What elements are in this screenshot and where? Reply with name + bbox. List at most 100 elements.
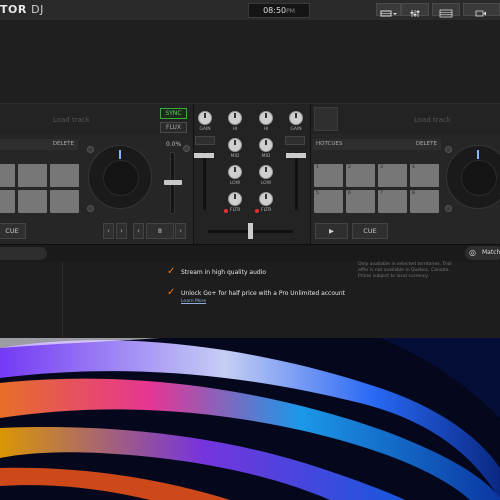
deck-right-hi-knob[interactable] — [259, 111, 273, 125]
deck-left-loop-halve[interactable]: ‹ — [133, 223, 144, 239]
deck-left-gain-label: GAIN — [199, 127, 211, 132]
deck-left-channel-fader[interactable] — [194, 153, 214, 158]
deck-right-jog-center — [461, 160, 497, 196]
deck-left-pad-header: DELETE — [0, 139, 78, 150]
deck-right-pad-2[interactable]: 2 — [346, 164, 375, 187]
deck-right-low-knob[interactable] — [259, 165, 273, 179]
deck-right-channel-track — [295, 152, 298, 210]
deck-right-load-track[interactable]: Load track — [414, 116, 451, 124]
deck-left-loop-size[interactable]: 8 — [146, 223, 174, 239]
deck-left-loop-prev[interactable]: ‹ — [103, 223, 114, 239]
deck-right-pad-header: HOTCUES DELETE — [313, 139, 441, 150]
video-view-button[interactable] — [463, 3, 500, 17]
deck-left-cue-button[interactable]: CUE — [0, 223, 26, 239]
clock-time: 08:50 — [263, 6, 287, 15]
deck-right-pad-3[interactable]: 3 — [378, 164, 407, 187]
deck-right-pad-8[interactable]: 8 — [410, 190, 439, 213]
deck-left-pitch-reset[interactable] — [183, 145, 190, 152]
deck-right-header — [311, 104, 500, 134]
deck-right-hotcues-label: HOTCUES — [316, 141, 343, 147]
deck-left-low-knob[interactable] — [228, 165, 242, 179]
deck-right-play-button[interactable]: ▶ — [315, 223, 348, 239]
deck-right-delete-button[interactable]: DELETE — [416, 139, 437, 150]
deck-right-gain-label: GAIN — [290, 127, 302, 132]
deck-left-jog-bottom-button[interactable] — [87, 205, 94, 212]
deck-left-filter-indicator — [224, 209, 228, 213]
deck-right-pad-4[interactable]: 4 — [410, 164, 439, 187]
deck-left-loop-next[interactable]: › — [116, 223, 127, 239]
deck-left-hi-label: HI — [232, 127, 238, 132]
deck-left-pad[interactable] — [18, 190, 47, 213]
deck-right-channel-fader[interactable] — [286, 153, 306, 158]
match-button[interactable]: ◎ Match — [465, 246, 500, 260]
deck-left-hi-knob[interactable] — [228, 111, 242, 125]
brand-dj: DJ — [31, 3, 44, 16]
promo-line-1: Stream in high quality audio — [181, 269, 267, 276]
learn-more-link[interactable]: Learn More — [181, 299, 206, 304]
background-artwork — [0, 338, 500, 500]
deck-right-pad-5[interactable]: 5 — [314, 190, 343, 213]
deck-left-loop-double[interactable]: › — [175, 223, 186, 239]
promo-legal-note: Only available in selected territories. … — [358, 262, 452, 279]
deck-left-gain-knob[interactable] — [198, 111, 212, 125]
deck-left-low-label: LOW — [229, 181, 241, 186]
deck-right-filter-indicator — [255, 209, 259, 213]
sliders-icon — [410, 10, 420, 17]
deck-left-pitch-slider[interactable] — [164, 180, 182, 185]
deck-left-headphone-cue[interactable] — [195, 136, 215, 145]
deck-right-jog-top-button[interactable] — [445, 146, 452, 153]
deck-right-artwork — [314, 107, 338, 131]
deck-left-flux-button[interactable]: FLUX — [160, 122, 187, 133]
deck-right-filter-label: FLTR — [261, 208, 272, 213]
deck-left-pad[interactable] — [18, 164, 47, 187]
deck-right-pad-1[interactable]: 1 — [314, 164, 343, 187]
deck-left-pitch-percent: 0.0% — [166, 141, 182, 148]
list-icon — [439, 9, 453, 18]
layout-icon — [380, 10, 397, 17]
match-icon: ◎ — [469, 248, 476, 257]
clock-ampm: PM — [286, 8, 295, 15]
deck-left-jog-marker — [119, 150, 121, 159]
deck-left-pad[interactable] — [50, 164, 79, 187]
deck-right-filter-knob[interactable] — [259, 192, 273, 206]
waveform-area[interactable] — [0, 20, 500, 104]
deck-right-jog-marker — [477, 150, 479, 159]
deck-right-mid-knob[interactable] — [259, 138, 273, 152]
deck-left-pad[interactable] — [0, 190, 15, 213]
mixer-view-button[interactable] — [401, 3, 429, 17]
deck-right-hi-label: HI — [263, 127, 269, 132]
deck-right-gain-knob[interactable] — [289, 111, 303, 125]
deck-left-channel-track — [203, 152, 206, 210]
deck-left-mid-label: MID — [230, 154, 240, 159]
deck-left-jog-top-button[interactable] — [87, 146, 94, 153]
deck-right-low-label: LOW — [260, 181, 272, 186]
deck-right-mid-label: MID — [261, 154, 271, 159]
deck-left-sync-button[interactable]: SYNC — [160, 108, 187, 119]
deck-left-load-track[interactable]: Load track — [53, 116, 90, 124]
video-icon — [475, 10, 486, 17]
promo-divider — [62, 262, 63, 338]
deck-left-pad[interactable] — [50, 190, 79, 213]
deck-right-pad-7[interactable]: 7 — [378, 190, 407, 213]
deck-left-filter-label: FLTR — [230, 208, 241, 213]
abstract-swirl-image — [0, 338, 500, 500]
deck-left-pad[interactable] — [0, 164, 15, 187]
crossfader-handle[interactable] — [248, 223, 253, 239]
deck-right-jog-bottom-button[interactable] — [445, 205, 452, 212]
library-view-button[interactable] — [432, 3, 460, 18]
checkmark-icon: ✓ — [167, 287, 176, 298]
checkmark-icon: ✓ — [167, 266, 176, 277]
library-toolbar — [0, 244, 500, 263]
layout-menu-button[interactable] — [376, 3, 401, 17]
search-field[interactable] — [0, 247, 47, 260]
deck-left-delete-button[interactable]: DELETE — [53, 139, 74, 150]
deck-right-pad-6[interactable]: 6 — [346, 190, 375, 213]
brand-name: TOR — [0, 3, 27, 16]
deck-left-jog-wheel[interactable] — [88, 145, 152, 209]
clock-display: 08:50PM — [248, 3, 310, 18]
deck-left-mid-knob[interactable] — [228, 138, 242, 152]
deck-right-cue-button[interactable]: CUE — [352, 223, 388, 239]
deck-left-filter-knob[interactable] — [228, 192, 242, 206]
deck-right-headphone-cue[interactable] — [285, 136, 305, 145]
match-label: Match — [482, 249, 500, 256]
